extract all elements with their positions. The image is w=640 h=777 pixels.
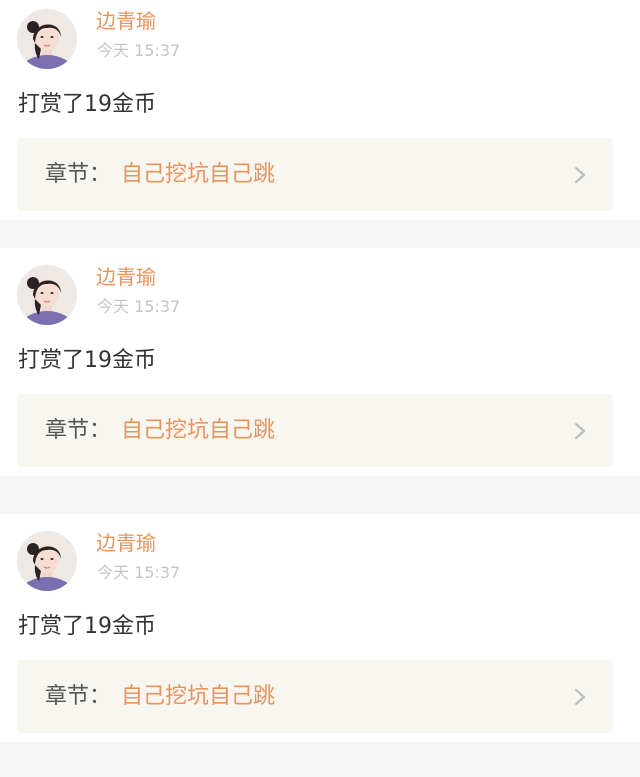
timestamp: 今天 15:37 [97, 297, 181, 316]
chapter-prefix-label: 章节： [45, 684, 112, 709]
user-avatar[interactable] [17, 531, 77, 591]
chapter-title: 自己挖坑自己跳 [121, 162, 276, 187]
reward-card: 边青瑜 今天 15:37 打赏了19金币 章节： 自己挖坑自己跳 [0, 248, 640, 476]
chapter-title: 自己挖坑自己跳 [121, 684, 276, 709]
timestamp: 今天 15:37 [97, 563, 181, 582]
user-avatar[interactable] [17, 9, 77, 69]
chevron-right-icon [575, 167, 585, 183]
reward-message: 打赏了19金币 [18, 614, 156, 639]
username[interactable]: 边青瑜 [96, 8, 156, 34]
reward-feed: 边青瑜 今天 15:37 打赏了19金币 章节： 自己挖坑自己跳 边青瑜 今天 … [0, 0, 640, 777]
reward-card: 边青瑜 今天 15:37 打赏了19金币 章节： 自己挖坑自己跳 [0, 514, 640, 742]
chevron-right-icon [575, 689, 585, 705]
username[interactable]: 边青瑜 [96, 530, 156, 556]
avatar-portrait-icon [17, 9, 77, 69]
reward-message: 打赏了19金币 [18, 92, 156, 117]
avatar-portrait-icon [17, 265, 77, 325]
chevron-right-icon [575, 423, 585, 439]
chapter-prefix-label: 章节： [45, 418, 112, 443]
username[interactable]: 边青瑜 [96, 264, 156, 290]
avatar-portrait-icon [17, 531, 77, 591]
chapter-link[interactable]: 章节： 自己挖坑自己跳 [17, 660, 613, 733]
reward-message: 打赏了19金币 [18, 348, 156, 373]
reward-card: 边青瑜 今天 15:37 打赏了19金币 章节： 自己挖坑自己跳 [0, 0, 640, 220]
chapter-link[interactable]: 章节： 自己挖坑自己跳 [17, 138, 613, 211]
user-avatar[interactable] [17, 265, 77, 325]
chapter-prefix-label: 章节： [45, 162, 112, 187]
timestamp: 今天 15:37 [97, 41, 181, 60]
chapter-link[interactable]: 章节： 自己挖坑自己跳 [17, 394, 613, 467]
chapter-title: 自己挖坑自己跳 [121, 418, 276, 443]
